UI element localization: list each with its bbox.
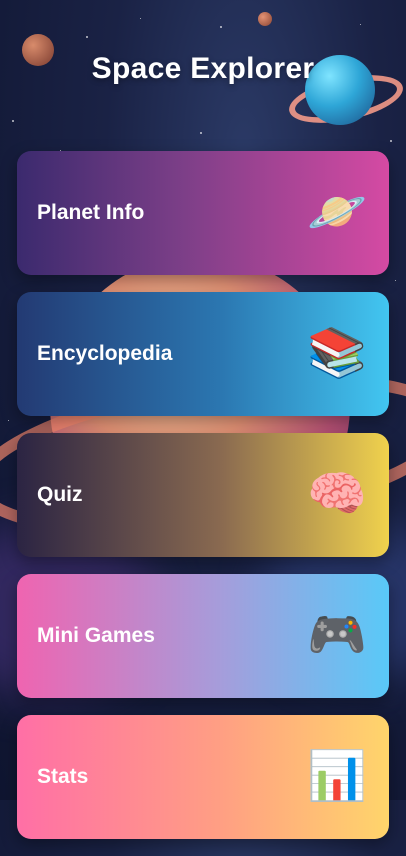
gamepad-icon: 🎮 (307, 609, 367, 662)
menu-card-mini-games[interactable]: Mini Games 🎮 (17, 574, 389, 698)
menu-card-label: Encyclopedia (37, 342, 173, 365)
books-icon: 📚 (307, 327, 367, 380)
menu-card-label: Planet Info (37, 201, 145, 224)
menu-card-label: Mini Games (37, 624, 155, 647)
small-moon-decoration (258, 12, 272, 26)
menu-card-planet-info[interactable]: Planet Info 🪐 (17, 151, 389, 275)
chart-icon: 📊 (307, 750, 367, 803)
menu-card-encyclopedia[interactable]: Encyclopedia 📚 (17, 292, 389, 416)
planet-icon: 🪐 (307, 186, 367, 239)
menu-card-label: Quiz (37, 483, 83, 506)
menu-card-stats[interactable]: Stats 📊 (17, 715, 389, 839)
main-menu: Planet Info 🪐 Encyclopedia 📚 Quiz 🧠 Mini… (17, 151, 389, 856)
menu-card-quiz[interactable]: Quiz 🧠 (17, 433, 389, 557)
app-title: Space Explorer (91, 52, 315, 85)
brain-icon: 🧠 (307, 468, 367, 521)
menu-card-label: Stats (37, 765, 89, 788)
